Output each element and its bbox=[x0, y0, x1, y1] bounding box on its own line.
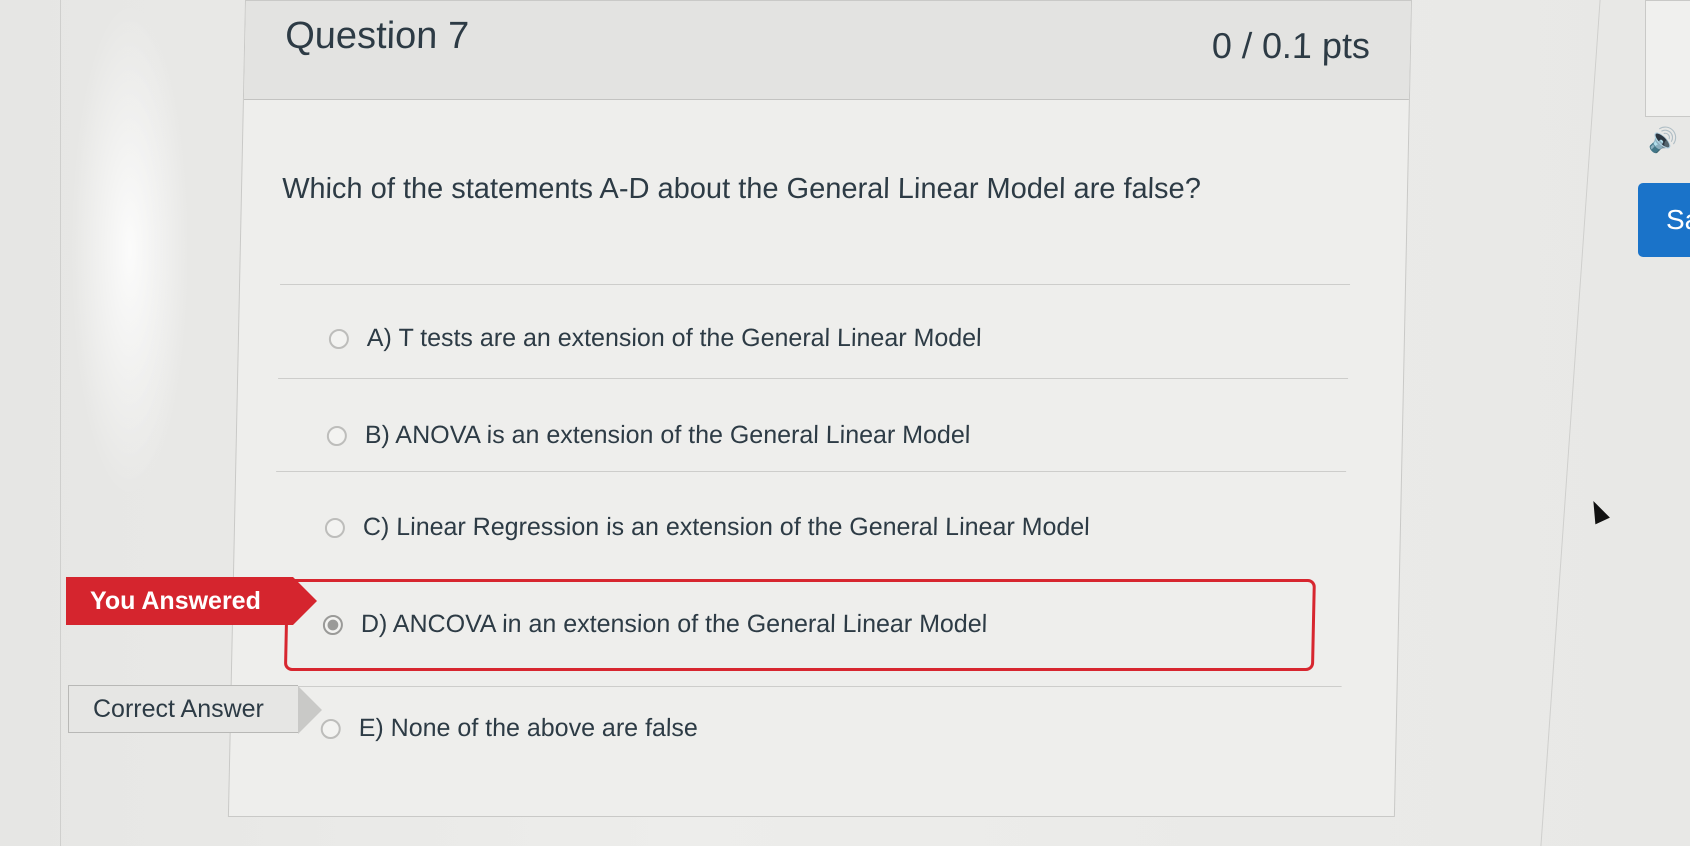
answer-divider bbox=[280, 284, 1351, 285]
answer-label: B) ANOVA is an extension of the General … bbox=[364, 421, 971, 449]
question-text: Which of the statements A-D about the Ge… bbox=[281, 173, 1202, 205]
answer-label: E) None of the above are false bbox=[358, 714, 699, 742]
screen-glare bbox=[70, 0, 190, 500]
you-answered-tag: You Answered bbox=[66, 577, 317, 625]
question-card: Question 7 0 / 0.1 pts Which of the stat… bbox=[227, 0, 1413, 817]
save-button[interactable]: Sa bbox=[1638, 183, 1690, 257]
left-gutter bbox=[20, 0, 61, 846]
question-header: Question 7 0 / 0.1 pts bbox=[243, 1, 1411, 100]
answer-divider bbox=[278, 378, 1349, 379]
radio-button[interactable] bbox=[320, 718, 341, 739]
answer-option-a[interactable]: A) T tests are an extension of the Gener… bbox=[328, 324, 982, 353]
radio-button[interactable] bbox=[326, 425, 348, 446]
answer-label: A) T tests are an extension of the Gener… bbox=[366, 324, 982, 352]
sidebar-edge bbox=[1540, 0, 1601, 846]
question-points: 0 / 0.1 pts bbox=[1211, 25, 1371, 66]
radio-button[interactable] bbox=[324, 517, 346, 538]
answer-option-c[interactable]: C) Linear Regression is an extension of … bbox=[324, 513, 1091, 542]
answer-option-e[interactable]: E) None of the above are false bbox=[320, 714, 698, 743]
mouse-cursor-icon bbox=[1586, 497, 1610, 525]
sidebar-panel bbox=[1645, 0, 1690, 117]
answer-label: D) ANCOVA in an extension of the General… bbox=[360, 610, 988, 638]
answer-option-b[interactable]: B) ANOVA is an extension of the General … bbox=[326, 421, 971, 450]
answer-label: C) Linear Regression is an extension of … bbox=[362, 513, 1091, 541]
correct-answer-tag: Correct Answer bbox=[68, 685, 322, 734]
answer-divider bbox=[276, 471, 1347, 472]
quiz-results-page: Question 7 0 / 0.1 pts Which of the stat… bbox=[0, 0, 1690, 846]
radio-button[interactable] bbox=[328, 328, 350, 349]
radio-button-selected[interactable] bbox=[322, 614, 344, 635]
speaker-icon[interactable]: 🔊 bbox=[1648, 126, 1678, 155]
question-title: Question 7 bbox=[284, 15, 470, 57]
answer-option-d[interactable]: D) ANCOVA in an extension of the General… bbox=[322, 610, 988, 639]
answer-divider bbox=[271, 686, 1342, 687]
